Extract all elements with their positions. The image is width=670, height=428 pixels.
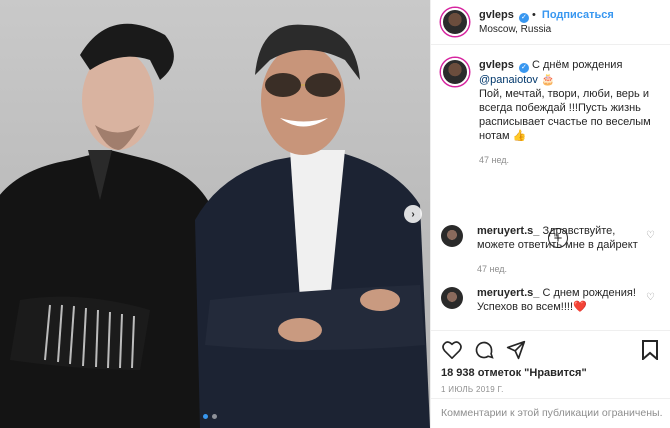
heart-icon[interactable]: ♡	[646, 292, 655, 303]
heart-icon[interactable]: ♡	[646, 230, 655, 241]
comment-time[interactable]: 47 нед.	[477, 262, 642, 276]
location-link[interactable]: Moscow, Russia	[479, 23, 614, 37]
commenter-avatar[interactable]	[441, 225, 463, 247]
caption: gvleps ✓ С днём рождения @panaiotov 🎂 По…	[441, 58, 661, 167]
comments-restricted-notice: Комментарии к этой публикации ограничены…	[431, 398, 670, 428]
likes-count[interactable]: 18 938 отметок "Нравится"	[441, 367, 661, 379]
verified-icon: ✓	[518, 63, 529, 73]
heart-icon[interactable]	[441, 339, 463, 361]
post-header: gvleps ✓ • Подписаться Moscow, Russia	[431, 0, 670, 45]
follow-button[interactable]: Подписаться	[542, 9, 614, 21]
caption-username[interactable]: gvleps	[479, 59, 514, 71]
post-photo[interactable]: ›	[0, 0, 430, 428]
comment-item: meruyert.s_ Здравствуйте, можете ответит…	[441, 224, 661, 276]
share-icon[interactable]	[505, 339, 527, 361]
commenter-username[interactable]: meruyert.s_	[477, 287, 539, 299]
caption-avatar[interactable]	[441, 58, 469, 86]
comments-section: gvleps ✓ С днём рождения @panaiotov 🎂 По…	[431, 46, 670, 326]
author-avatar[interactable]	[441, 8, 469, 36]
actions-bar: 18 938 отметок "Нравится" 1 ИЮЛЬ 2019 Г.	[431, 330, 670, 394]
caption-time[interactable]: 47 нед.	[479, 153, 659, 167]
photo-illustration	[0, 23, 430, 428]
caption-text: Пой, мечтай, твори, люби, верь и всегда …	[479, 88, 651, 142]
commenter-username[interactable]: meruyert.s_	[477, 225, 539, 237]
carousel-dot-active	[203, 414, 208, 419]
bookmark-icon[interactable]	[639, 339, 661, 361]
verified-icon: ✓	[518, 12, 529, 23]
commenter-avatar[interactable]	[441, 287, 463, 309]
carousel-dot	[212, 414, 217, 419]
carousel-dots	[203, 414, 217, 419]
caption-text-start: С днём рождения	[531, 59, 623, 71]
post-date[interactable]: 1 ИЮЛЬ 2019 Г.	[441, 385, 661, 394]
next-arrow-icon[interactable]: ›	[404, 205, 422, 223]
comment-item: meruyert.s_ С днем рождения! Успехов во …	[441, 286, 661, 314]
comment-icon[interactable]	[473, 339, 495, 361]
author-username[interactable]: gvleps	[479, 9, 514, 21]
separator-dot: •	[531, 8, 539, 21]
post-sidebar: gvleps ✓ • Подписаться Moscow, Russia gv…	[430, 0, 670, 428]
caption-emoji: 🎂	[540, 74, 555, 86]
caption-mention[interactable]: @panaiotov	[479, 74, 538, 86]
